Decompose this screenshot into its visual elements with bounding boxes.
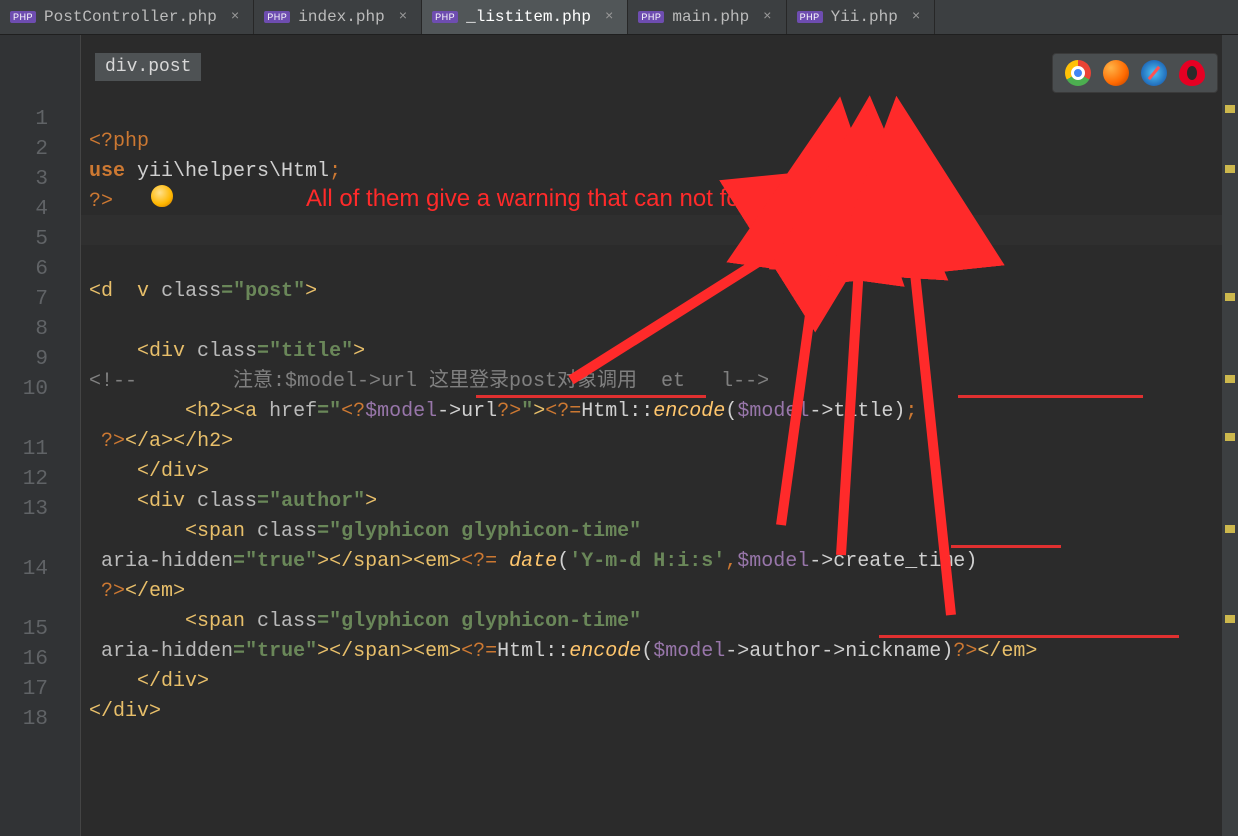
code-content[interactable]: div.post <?php use yii\helpers\Html; ?> …	[81, 35, 1238, 836]
tab-yii[interactable]: PHPYii.php×	[787, 0, 936, 34]
chrome-icon[interactable]	[1065, 60, 1091, 86]
opera-icon[interactable]	[1179, 60, 1205, 86]
fold-column[interactable]	[60, 35, 81, 836]
warning-marker[interactable]	[1225, 615, 1235, 623]
php-icon: PHP	[264, 11, 290, 23]
warning-underline	[476, 395, 706, 398]
safari-icon[interactable]	[1141, 60, 1167, 86]
annotation-text: All of them give a warning that can not …	[306, 185, 896, 213]
warning-marker[interactable]	[1225, 165, 1235, 173]
tab-index[interactable]: PHPindex.php×	[254, 0, 422, 34]
editor-area: 123 456 789 10 11 1213 14 15 161718 div.…	[0, 35, 1238, 836]
editor-tabs: PHPPostController.php× PHPindex.php× PHP…	[0, 0, 1238, 35]
warning-marker[interactable]	[1225, 375, 1235, 383]
close-icon[interactable]: ×	[399, 9, 407, 25]
tab-main[interactable]: PHPmain.php×	[628, 0, 786, 34]
tab-postcontroller[interactable]: PHPPostController.php×	[0, 0, 254, 34]
warning-marker[interactable]	[1225, 525, 1235, 533]
warning-underline	[951, 545, 1061, 548]
warning-underline	[958, 395, 1143, 398]
php-icon: PHP	[797, 11, 823, 23]
warning-marker[interactable]	[1225, 293, 1235, 301]
php-icon: PHP	[10, 11, 36, 23]
firefox-icon[interactable]	[1103, 60, 1129, 86]
tab-listitem[interactable]: PHP_listitem.php×	[422, 0, 628, 34]
close-icon[interactable]: ×	[912, 9, 920, 25]
close-icon[interactable]: ×	[605, 9, 613, 25]
warning-marker[interactable]	[1225, 105, 1235, 113]
close-icon[interactable]: ×	[763, 9, 771, 25]
line-number-gutter: 123 456 789 10 11 1213 14 15 161718	[0, 35, 60, 836]
php-icon: PHP	[432, 11, 458, 23]
warning-marker[interactable]	[1225, 433, 1235, 441]
browser-preview-toolbar	[1052, 53, 1218, 93]
scrollbar[interactable]	[1222, 35, 1238, 836]
close-icon[interactable]: ×	[231, 9, 239, 25]
warning-underline	[879, 635, 1179, 638]
php-icon: PHP	[638, 11, 664, 23]
